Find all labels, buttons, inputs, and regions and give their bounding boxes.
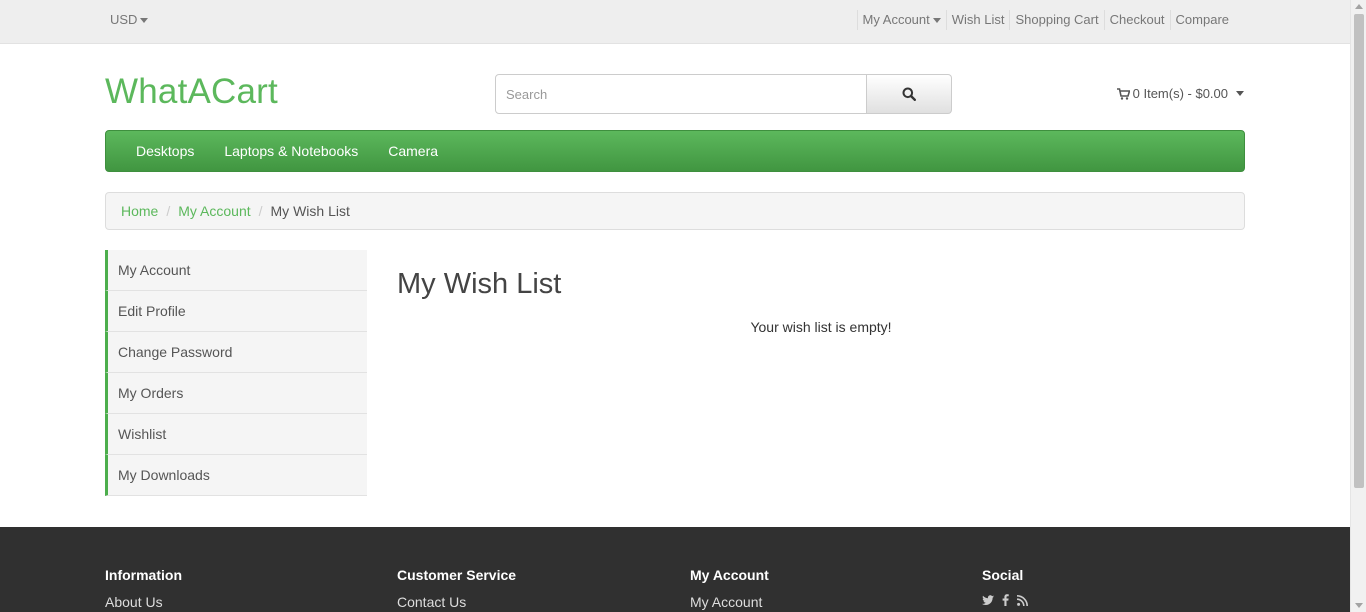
breadcrumb-current: My Wish List	[270, 203, 350, 219]
breadcrumb: Home / My Account / My Wish List	[105, 192, 1245, 230]
top-link-checkout[interactable]: Checkout	[1103, 10, 1170, 30]
search-icon	[902, 87, 916, 101]
caret-down-icon	[932, 18, 941, 24]
page-title: My Wish List	[397, 268, 562, 300]
breadcrumb-home[interactable]: Home	[121, 203, 158, 219]
breadcrumb-my-account[interactable]: My Account	[178, 203, 250, 219]
menu-item-laptops-notebooks[interactable]: Laptops & Notebooks	[209, 143, 373, 159]
top-bar: USD My Account Wish List Shopping Cart C…	[0, 0, 1350, 44]
rss-icon[interactable]	[1017, 594, 1028, 606]
footer-heading: My Account	[690, 567, 769, 583]
caret-down-icon	[1236, 91, 1244, 96]
caret-down-icon	[140, 18, 149, 24]
page-scrollbar[interactable]	[1350, 0, 1366, 612]
twitter-icon[interactable]	[982, 594, 994, 606]
breadcrumb-separator: /	[166, 203, 171, 219]
scrollbar-thumb[interactable]	[1354, 14, 1364, 488]
top-link-wish-list[interactable]: Wish List	[945, 10, 1010, 30]
top-link-shopping-cart[interactable]: Shopping Cart	[1009, 10, 1103, 30]
main-menu: Desktops Laptops & Notebooks Camera	[105, 130, 1245, 172]
empty-wishlist-message: Your wish list is empty!	[750, 319, 892, 335]
footer-link-my-account[interactable]: My Account	[690, 594, 762, 610]
footer-link-about-us[interactable]: About Us	[105, 594, 163, 610]
cart-label: 0 Item(s) - $0.00	[1132, 86, 1228, 101]
footer-link-contact-us[interactable]: Contact Us	[397, 594, 466, 610]
scroll-up-icon[interactable]	[1355, 4, 1363, 9]
search-bar	[495, 74, 952, 114]
social-icons	[982, 594, 1028, 606]
footer-heading: Customer Service	[397, 567, 517, 583]
search-button[interactable]	[867, 74, 952, 114]
sidebar-item-edit-profile[interactable]: Edit Profile	[105, 291, 367, 332]
top-link-label: My Account	[862, 12, 930, 27]
footer-column-information: Information About Us	[105, 567, 182, 610]
shopping-cart-icon	[1116, 87, 1130, 100]
cart-dropdown[interactable]: 0 Item(s) - $0.00	[1116, 86, 1244, 101]
sidebar-item-my-downloads[interactable]: My Downloads	[105, 455, 367, 496]
scroll-down-icon[interactable]	[1355, 603, 1363, 608]
site-logo[interactable]: WhatACart	[105, 72, 278, 112]
currency-label: USD	[110, 12, 138, 27]
sidebar-item-my-orders[interactable]: My Orders	[105, 373, 367, 414]
footer-column-social: Social	[982, 567, 1028, 606]
sidebar-item-my-account[interactable]: My Account	[105, 250, 367, 291]
footer-column-customer-service: Customer Service Contact Us	[397, 567, 516, 610]
facebook-icon[interactable]	[1002, 594, 1009, 606]
sidebar-item-wishlist[interactable]: Wishlist	[105, 414, 367, 455]
account-sidebar: My Account Edit Profile Change Password …	[105, 250, 367, 496]
footer-heading: Social	[982, 567, 1024, 583]
search-input[interactable]	[495, 74, 867, 114]
menu-item-desktops[interactable]: Desktops	[121, 143, 209, 159]
sidebar-item-change-password[interactable]: Change Password	[105, 332, 367, 373]
currency-dropdown[interactable]: USD	[110, 12, 149, 27]
site-footer: Information About Us Customer Service Co…	[0, 527, 1350, 612]
top-link-my-account[interactable]: My Account	[856, 10, 946, 30]
menu-item-camera[interactable]: Camera	[373, 143, 453, 159]
footer-heading: Information	[105, 567, 182, 583]
breadcrumb-separator: /	[258, 203, 263, 219]
top-link-compare[interactable]: Compare	[1169, 10, 1234, 30]
top-links: My Account Wish List Shopping Cart Check…	[856, 10, 1234, 30]
footer-column-my-account: My Account My Account	[690, 567, 769, 610]
